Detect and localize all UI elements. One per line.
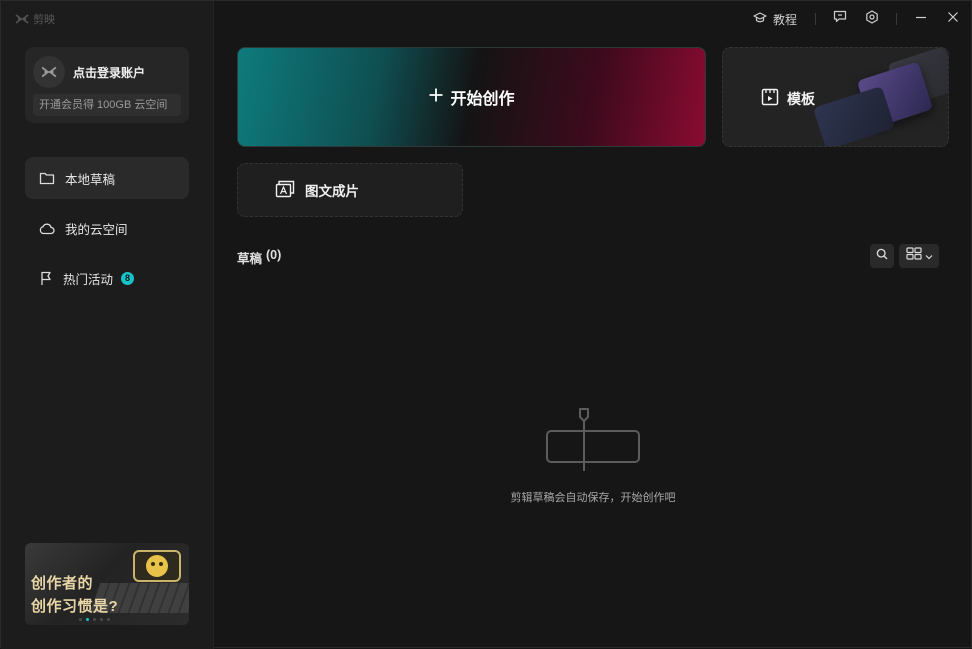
- promo-banner[interactable]: 创作者的 创作习惯是?: [25, 543, 189, 625]
- drafts-title: 草稿: [237, 252, 263, 266]
- folder-icon: [39, 171, 55, 185]
- cloud-icon: [39, 222, 55, 235]
- capcut-logo-icon: [15, 14, 29, 24]
- sidebar-item-cloud-space[interactable]: 我的云空间: [25, 207, 189, 249]
- sidebar-item-hot-events[interactable]: 热门活动 8: [25, 257, 189, 299]
- template-decoration: [812, 85, 896, 146]
- login-card[interactable]: 点击登录账户 开通会员得 100GB 云空间: [25, 47, 189, 123]
- app-logo: 剪映: [15, 11, 55, 27]
- login-label[interactable]: 点击登录账户: [73, 64, 145, 81]
- plus-icon: [428, 87, 444, 108]
- view-mode-dropdown[interactable]: [899, 244, 939, 268]
- image-text-icon: [275, 180, 295, 201]
- drafts-header: 草稿 (0): [237, 248, 281, 267]
- start-creation-button[interactable]: 开始创作: [237, 47, 706, 147]
- notification-badge: 8: [121, 271, 135, 285]
- sidebar-item-label: 热门活动: [63, 272, 114, 287]
- app-name: 剪映: [33, 14, 55, 26]
- sidebar-item-label: 我的云空间: [65, 222, 128, 237]
- flag-icon: [39, 271, 53, 286]
- image-text-label: 图文成片: [305, 184, 359, 199]
- sidebar-item-label: 本地草稿: [65, 172, 116, 187]
- main-content: 开始创作 模板 图文成片 草稿 (0) 剪辑草稿会自动保存，开始创作吧: [215, 1, 971, 647]
- carousel-dot[interactable]: [79, 618, 82, 621]
- empty-drafts-illustration: [545, 407, 643, 478]
- search-button[interactable]: [870, 244, 894, 268]
- grid-view-icon: [905, 247, 922, 265]
- chevron-down-icon: [925, 247, 933, 265]
- vip-promo-button[interactable]: 开通会员得 100GB 云空间: [33, 94, 181, 116]
- template-label-row: 模板: [761, 88, 815, 109]
- carousel-dot-active[interactable]: [86, 618, 89, 621]
- emoji-face-icon: [146, 555, 168, 577]
- sidebar: 剪映 点击登录账户 开通会员得 100GB 云空间 本地草稿 我的云空间 热门活…: [1, 1, 214, 649]
- search-icon: [876, 247, 888, 265]
- carousel-dots[interactable]: [79, 618, 110, 621]
- capcut-avatar-icon: [41, 66, 57, 78]
- template-label: 模板: [787, 90, 815, 107]
- promo-line-1: 创作者的: [31, 575, 94, 592]
- template-icon: [761, 88, 779, 109]
- sidebar-item-local-drafts[interactable]: 本地草稿: [25, 157, 189, 199]
- avatar[interactable]: [33, 56, 65, 88]
- timeline-empty-icon: [546, 408, 640, 471]
- empty-drafts-message: 剪辑草稿会自动保存，开始创作吧: [510, 492, 676, 504]
- drafts-count: (0): [266, 248, 282, 262]
- promo-line-2: 创作习惯是?: [31, 598, 119, 615]
- carousel-dot[interactable]: [107, 618, 110, 621]
- login-row[interactable]: 点击登录账户: [33, 56, 145, 88]
- image-text-to-video-button[interactable]: 图文成片: [237, 163, 463, 217]
- template-button[interactable]: 模板: [722, 47, 949, 147]
- start-creation-label: 开始创作: [450, 91, 515, 108]
- app-window: 剪映 点击登录账户 开通会员得 100GB 云空间 本地草稿 我的云空间 热门活…: [0, 0, 972, 649]
- emoji-bubble: [133, 550, 181, 582]
- carousel-dot[interactable]: [100, 618, 103, 621]
- carousel-dot[interactable]: [93, 618, 96, 621]
